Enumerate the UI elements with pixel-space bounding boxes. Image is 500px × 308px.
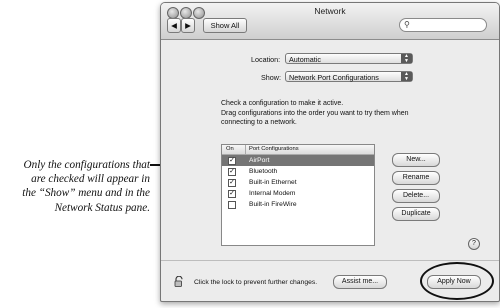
- port-name: Built-in Ethernet: [249, 179, 297, 186]
- annotation-caption: Only the configurations that are checked…: [0, 158, 150, 215]
- delete-button[interactable]: Delete...: [392, 189, 440, 203]
- forward-button[interactable]: ▶: [181, 18, 195, 33]
- popup-arrows-icon: ▲ ▼: [401, 72, 412, 81]
- apply-highlight-ring: [420, 262, 494, 300]
- window-toolbar: Network ◀ ▶ Show All ⚲: [161, 3, 499, 40]
- annotation-line: Network Status pane.: [54, 201, 150, 214]
- show-label: Show:: [261, 73, 281, 82]
- enabled-checkbox[interactable]: ✓: [228, 157, 236, 165]
- window-title: Network: [314, 6, 346, 16]
- enabled-checkbox[interactable]: ✓: [228, 179, 236, 187]
- column-header-port-configurations[interactable]: Port Configurations: [245, 145, 299, 154]
- show-all-button[interactable]: Show All: [203, 18, 247, 33]
- location-value: Automatic: [289, 55, 321, 64]
- table-row[interactable]: ✓ AirPort: [222, 155, 374, 166]
- instructions-text: Check a configuration to make it active.…: [221, 99, 461, 128]
- disabled-checkbox[interactable]: [228, 201, 236, 209]
- search-field[interactable]: ⚲: [399, 18, 487, 32]
- table-row[interactable]: Built-in FireWire: [222, 199, 374, 210]
- port-name: Internal Modem: [249, 190, 296, 197]
- table-header: On Port Configurations: [222, 145, 374, 155]
- back-button[interactable]: ◀: [167, 18, 181, 33]
- network-preferences-window: Network ◀ ▶ Show All ⚲ Location: Automat…: [160, 2, 500, 302]
- bottom-divider: [161, 260, 499, 261]
- magnifier-icon: ⚲: [404, 20, 410, 29]
- show-value: Network Port Configurations: [289, 73, 379, 82]
- table-row[interactable]: ✓ Built-in Ethernet: [222, 177, 374, 188]
- assist-me-button[interactable]: Assist me...: [333, 275, 387, 289]
- port-name: Bluetooth: [249, 168, 278, 175]
- forward-arrow-icon: ▶: [185, 21, 191, 30]
- location-label: Location:: [251, 55, 281, 64]
- enabled-checkbox[interactable]: ✓: [228, 190, 236, 198]
- table-row[interactable]: ✓ Bluetooth: [222, 166, 374, 177]
- rename-button[interactable]: Rename: [392, 171, 440, 185]
- port-name: Built-in FireWire: [249, 201, 297, 208]
- table-row[interactable]: ✓ Internal Modem: [222, 188, 374, 199]
- port-name: AirPort: [249, 157, 270, 164]
- lock-icon[interactable]: [174, 276, 184, 287]
- instruction-line: Check a configuration to make it active.: [221, 100, 344, 107]
- enabled-checkbox[interactable]: ✓: [228, 168, 236, 176]
- show-popup[interactable]: Network Port Configurations ▲ ▼: [285, 71, 413, 82]
- lock-message: Click the lock to prevent further change…: [194, 279, 318, 286]
- popup-arrows-icon: ▲ ▼: [401, 54, 412, 63]
- annotation-line: the “Show” menu and in the: [22, 187, 150, 200]
- annotation-line: are checked will appear in: [31, 173, 150, 186]
- instruction-line: Drag configurations into the order you w…: [221, 109, 409, 117]
- new-button[interactable]: New...: [392, 153, 440, 167]
- annotation-line: Only the configurations that: [23, 159, 150, 171]
- back-arrow-icon: ◀: [171, 21, 177, 30]
- duplicate-button[interactable]: Duplicate: [392, 207, 440, 221]
- help-button[interactable]: ?: [468, 238, 480, 250]
- column-header-on[interactable]: On: [226, 145, 234, 154]
- instruction-line: connecting to a network.: [221, 119, 297, 126]
- location-popup[interactable]: Automatic ▲ ▼: [285, 53, 413, 64]
- port-configurations-table: On Port Configurations ✓ AirPort ✓ Bluet…: [221, 144, 375, 246]
